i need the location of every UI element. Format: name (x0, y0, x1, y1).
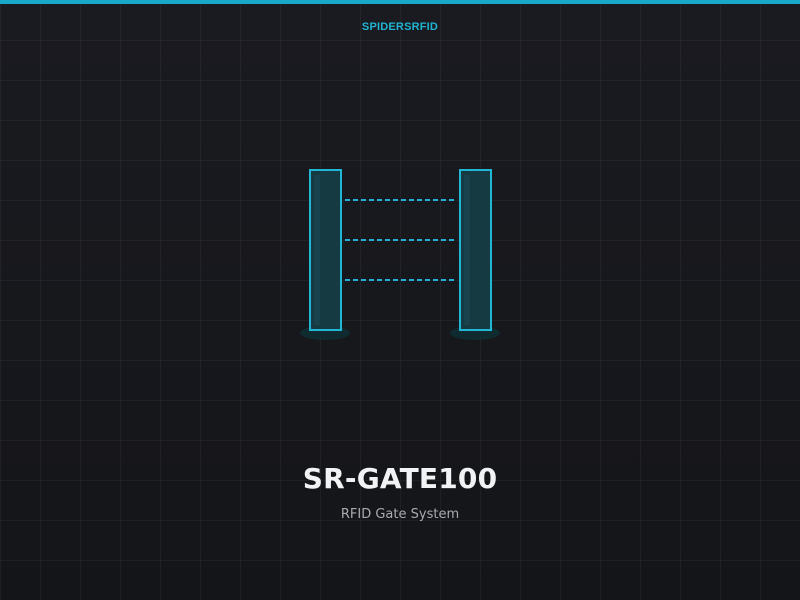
product-title: SR-GATE100 (302, 462, 498, 495)
right-gate-inner-shine (464, 175, 470, 325)
product-subtitle: RFID Gate System (340, 507, 460, 522)
splash-screen: SPIDERSRFID SR-GATE100 RFID Gate System (0, 0, 800, 600)
left-gate-inner-shine (314, 175, 320, 325)
